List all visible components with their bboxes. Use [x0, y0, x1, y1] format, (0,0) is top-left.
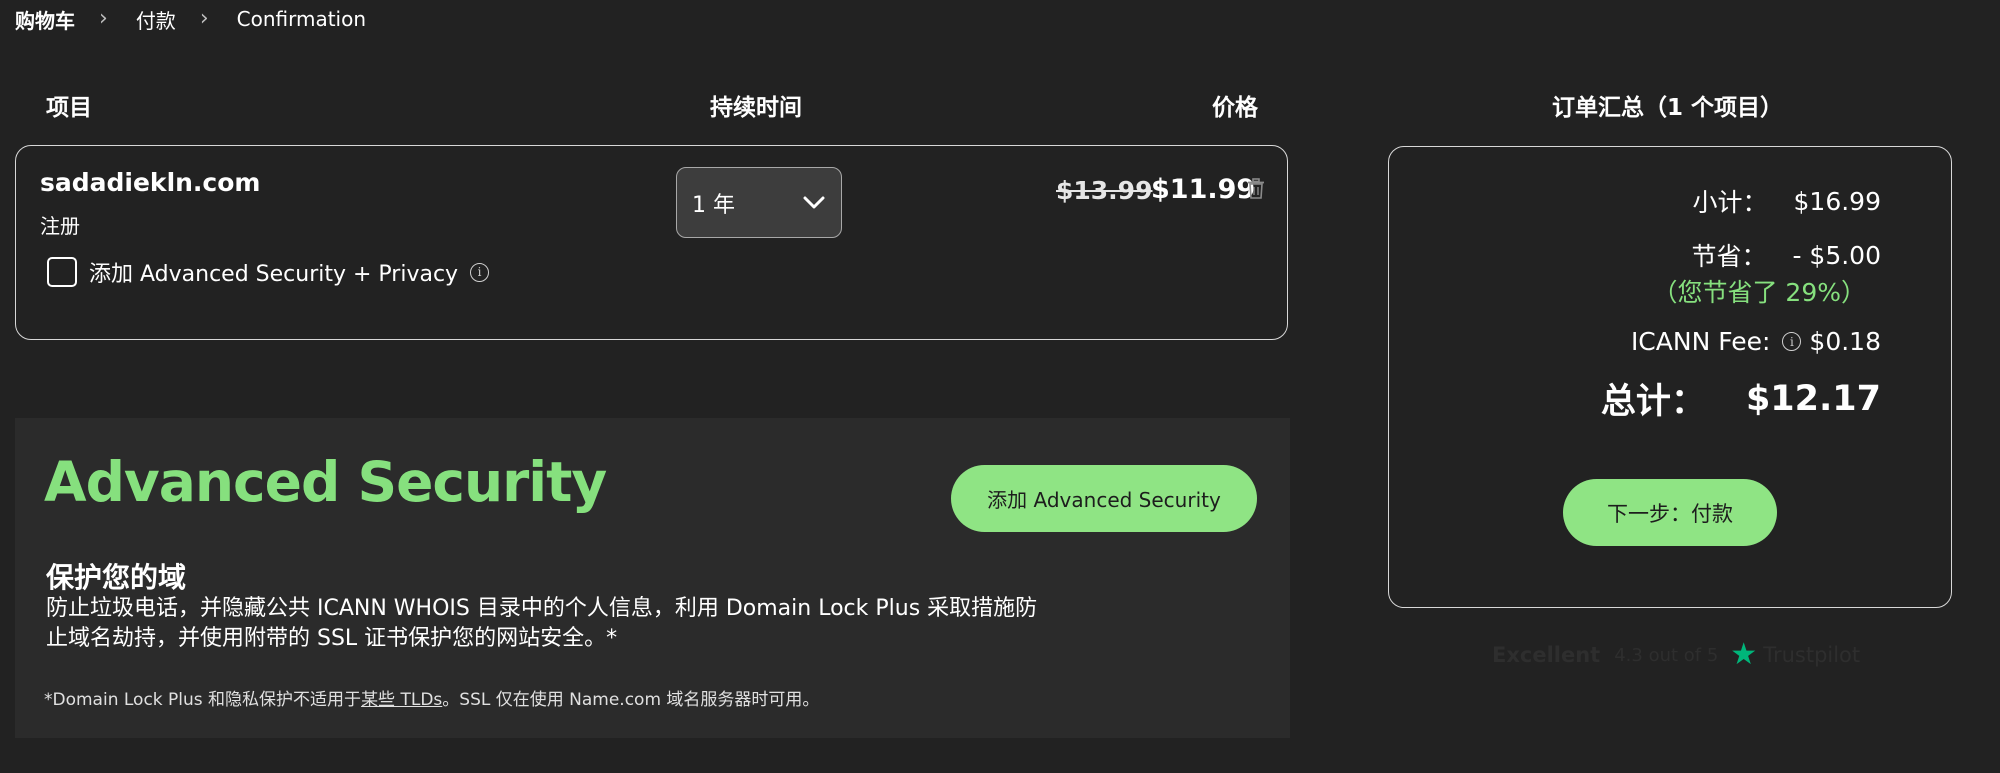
addon-security-label[interactable]: 添加 Advanced Security + Privacy [89, 256, 458, 288]
icann-fee-value: $0.18 [1809, 327, 1881, 356]
advanced-security-panel: Advanced Security 添加 Advanced Security 保… [15, 418, 1290, 738]
chevron-down-icon [803, 196, 825, 208]
tlds-link[interactable]: 某些 TLDs [361, 690, 442, 710]
trustpilot-score: 4.3 out of 5 [1614, 644, 1719, 666]
addon-security-checkbox[interactable] [47, 257, 77, 287]
footnote-text-end: 。SSL 仅在使用 Name.com 域名服务器时可用。 [442, 690, 820, 710]
order-summary-card: 小计： $16.99 节省： - $5.00 （您节省了 29%） ICANN … [1388, 146, 1952, 608]
total-label: 总计： [1600, 382, 1706, 422]
subtotal-label: 小计： [1692, 188, 1768, 217]
duration-select[interactable]: 1 年 [676, 167, 842, 238]
subtotal-row: 小计： $16.99 [1693, 183, 1882, 219]
next-payment-button[interactable]: 下一步：付款 [1563, 479, 1777, 546]
add-advanced-security-button[interactable]: 添加 Advanced Security [951, 465, 1257, 532]
star-icon: ★ [1730, 637, 1758, 672]
breadcrumb: 购物车 › 付款 › Confirmation [15, 4, 366, 34]
duration-value: 1 年 [692, 192, 735, 218]
trustpilot-widget[interactable]: Excellent 4.3 out of 5 ★ Trustpilot [1492, 640, 1860, 670]
advanced-security-description: 防止垃圾电话，并隐藏公共 ICANN WHOIS 目录中的个人信息，利用 Dom… [46, 596, 1038, 651]
savings-percent: （您节省了 29%） [1652, 278, 1866, 307]
info-icon[interactable]: i [470, 262, 490, 282]
domain-name: sadadiekln.com [40, 168, 261, 197]
chevron-right-icon: › [199, 6, 209, 31]
cart-item-card: sadadiekln.com 注册 添加 Advanced Security +… [15, 145, 1288, 340]
savings-row: 节省： - $5.00 [1691, 237, 1881, 273]
breadcrumb-confirmation: Confirmation [236, 7, 367, 31]
total-value: $12.17 [1745, 378, 1881, 419]
addon-security-option: 添加 Advanced Security + Privacy i [47, 256, 490, 288]
trustpilot-brand: Trustpilot [1763, 643, 1861, 667]
trustpilot-rating: Excellent [1492, 643, 1601, 667]
info-icon[interactable]: i [1782, 332, 1802, 351]
discounted-price: $11.99 [1151, 174, 1256, 205]
header-duration: 持续时间 [710, 95, 802, 121]
subtotal-value: $16.99 [1793, 186, 1881, 216]
footnote-text: *Domain Lock Plus 和隐私保护不适用于 [44, 690, 362, 710]
breadcrumb-payment[interactable]: 付款 [136, 5, 176, 34]
advanced-security-subtitle: 保护您的域 [46, 561, 187, 594]
savings-label: 节省： [1691, 242, 1767, 271]
advanced-security-footnote: *Domain Lock Plus 和隐私保护不适用于某些 TLDs。SSL 仅… [44, 685, 819, 710]
icann-fee-label: ICANN Fee: [1630, 327, 1771, 356]
total-row: 总计： $12.17 [1601, 373, 1881, 424]
header-item: 项目 [46, 95, 92, 121]
trash-icon[interactable] [1246, 178, 1266, 200]
original-price: $13.99 [1056, 176, 1153, 205]
advanced-security-title: Advanced Security [44, 450, 607, 514]
header-price: 价格 [1212, 95, 1258, 121]
breadcrumb-cart[interactable]: 购物车 [15, 5, 75, 34]
savings-value: - $5.00 [1792, 240, 1881, 270]
domain-type: 注册 [40, 214, 80, 238]
order-summary-title: 订单汇总（1 个项目） [1552, 95, 1784, 121]
chevron-right-icon: › [99, 6, 108, 31]
icann-fee-row: ICANN Fee: i $0.18 [1631, 327, 1881, 356]
